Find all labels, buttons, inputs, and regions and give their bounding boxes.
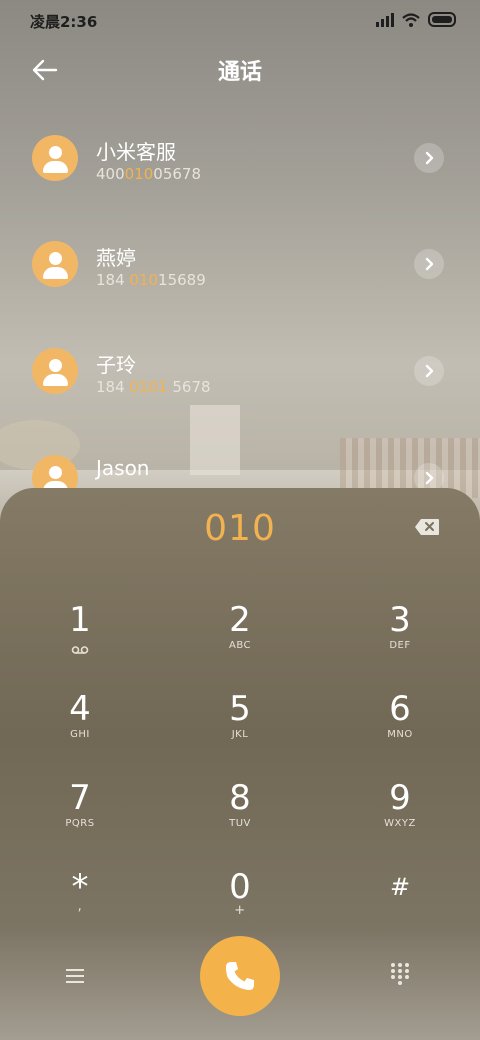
key-digit: 3: [389, 600, 411, 640]
key-digit: 7: [69, 778, 91, 818]
key-digit: 8: [229, 778, 251, 818]
status-icons: [376, 12, 456, 27]
chevron-right-icon: [425, 257, 434, 271]
key-6[interactable]: 6 MNO: [345, 689, 455, 769]
key-digit: 5: [229, 689, 251, 729]
contact-row[interactable]: 子玲 184 0101 5678: [0, 341, 480, 431]
contact-row[interactable]: 燕婷 184 01015689: [0, 234, 480, 324]
status-bar: 凌晨2:36: [0, 0, 480, 42]
dialpad-toggle-icon[interactable]: [391, 963, 413, 987]
status-time: 凌晨2:36: [30, 13, 98, 31]
key-letters: +: [234, 903, 246, 918]
key-3[interactable]: 3 DEF: [345, 600, 455, 680]
key-1[interactable]: 1: [25, 600, 135, 680]
key-letters: ABC: [228, 640, 251, 651]
contact-name: 小米客服: [96, 140, 176, 164]
key-digit: 1: [69, 600, 91, 640]
key-8[interactable]: 8 TUV: [185, 778, 295, 858]
key-5[interactable]: 5 JKL: [185, 689, 295, 769]
header: 通话: [0, 48, 480, 92]
key-star[interactable]: * ,: [25, 867, 135, 947]
key-7[interactable]: 7 PQRS: [25, 778, 135, 858]
contact-row[interactable]: 小米客服 40001005678: [0, 128, 480, 218]
key-0[interactable]: 0 +: [185, 867, 295, 947]
avatar: [32, 241, 78, 287]
avatar: [32, 348, 78, 394]
contact-name: 燕婷: [96, 246, 136, 270]
contact-detail-button[interactable]: [414, 356, 444, 386]
voicemail-icon: [71, 646, 89, 654]
key-digit: 0: [229, 867, 251, 907]
key-digit: 2: [229, 600, 251, 640]
page-title: 通话: [217, 60, 262, 85]
signal-icon: [376, 12, 394, 27]
contact-detail-button[interactable]: [414, 143, 444, 173]
bottom-bar: [0, 936, 480, 1040]
key-letters: PQRS: [65, 818, 95, 829]
key-letters: MNO: [387, 729, 413, 740]
key-digit: 9: [389, 778, 411, 818]
chevron-right-icon: [425, 151, 434, 165]
key-digit: 4: [69, 689, 91, 729]
contact-number: 184 0101 5678: [96, 378, 211, 396]
contact-detail-button[interactable]: [414, 249, 444, 279]
contact-number: 40001005678: [96, 165, 201, 183]
key-letters: WXYZ: [384, 818, 416, 829]
backspace-icon[interactable]: [414, 518, 440, 536]
key-letters: GHI: [70, 729, 90, 740]
battery-icon: [428, 12, 456, 27]
phone-icon: [226, 962, 254, 990]
key-letters: DEF: [389, 640, 411, 651]
key-digit: 6: [389, 689, 411, 729]
menu-icon[interactable]: [66, 966, 88, 986]
contact-number: 184 01015689: [96, 271, 206, 289]
key-letters: TUV: [229, 818, 251, 829]
contact-name: 子玲: [96, 353, 136, 377]
dial-input[interactable]: 010: [0, 508, 480, 549]
key-letters: JKL: [231, 729, 249, 740]
key-letters: ,: [77, 899, 83, 914]
call-button[interactable]: [200, 936, 280, 1016]
key-hash[interactable]: #: [345, 867, 455, 947]
key-4[interactable]: 4 GHI: [25, 689, 135, 769]
key-9[interactable]: 9 WXYZ: [345, 778, 455, 858]
key-2[interactable]: 2 ABC: [185, 600, 295, 680]
key-digit: #: [389, 873, 411, 901]
chevron-right-icon: [425, 364, 434, 378]
wifi-icon: [402, 12, 420, 27]
contact-name: Jason: [96, 456, 150, 480]
avatar: [32, 135, 78, 181]
chevron-right-icon: [425, 471, 434, 485]
